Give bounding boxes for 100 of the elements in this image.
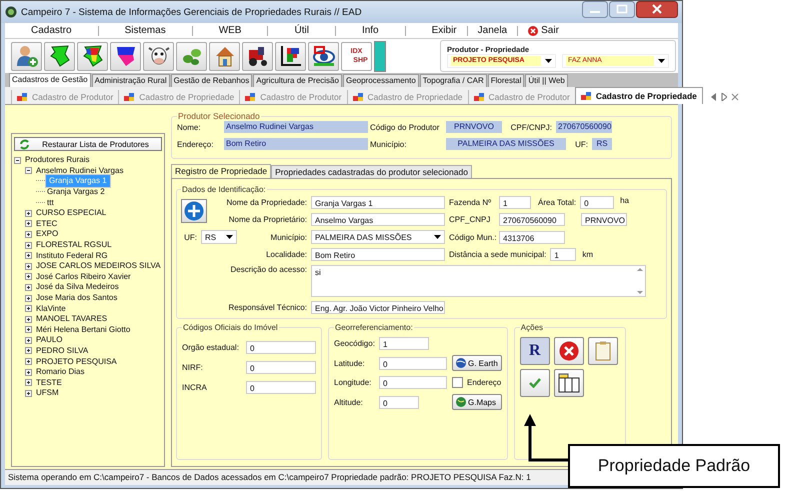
module-tab[interactable]: Útil || Web bbox=[525, 74, 568, 87]
tree-item[interactable]: PEDRO SILVA bbox=[34, 346, 90, 356]
cancel-button[interactable] bbox=[554, 337, 584, 365]
module-tab[interactable]: Gestão de Rebanhos bbox=[170, 74, 252, 87]
tree-item[interactable]: FLORESTAL RGSUL bbox=[34, 240, 114, 250]
tree-item[interactable]: CURSO ESPECIAL bbox=[34, 208, 108, 218]
table-button[interactable] bbox=[554, 369, 584, 397]
expander-icon[interactable] bbox=[25, 262, 34, 270]
report-button[interactable]: R bbox=[520, 337, 550, 365]
input-field[interactable]: 0 bbox=[246, 361, 316, 374]
tree-item[interactable]: José da Silva Medeiros bbox=[34, 282, 121, 292]
tree-item[interactable]: Instituto Federal RG bbox=[34, 250, 110, 261]
menu-item[interactable]: Útil bbox=[288, 25, 315, 36]
tree-item[interactable]: TESTE bbox=[34, 378, 64, 388]
tree-item[interactable]: José Carlos Ribeiro Xavier bbox=[34, 272, 133, 282]
input-field[interactable]: Anselmo Vargas bbox=[311, 213, 445, 226]
menu-item[interactable]: Info bbox=[356, 25, 385, 36]
map-icon[interactable] bbox=[110, 42, 141, 70]
google-earth-button[interactable]: G. Earth bbox=[452, 355, 502, 371]
form-tab[interactable]: Propriedades cadastradas do produtor selecionado bbox=[271, 165, 472, 178]
expander-icon[interactable] bbox=[25, 210, 34, 217]
tree-item[interactable]: MANOEL TAVARES bbox=[34, 314, 110, 324]
map-icon[interactable] bbox=[44, 42, 75, 70]
tree-item[interactable]: ttt bbox=[45, 198, 56, 208]
tractor-icon[interactable] bbox=[242, 42, 273, 70]
tree-item[interactable]: Produtores Rurais bbox=[23, 155, 92, 166]
input-field[interactable]: 0 bbox=[379, 376, 447, 389]
module-tab[interactable]: Florestal bbox=[488, 74, 524, 87]
expander-icon[interactable] bbox=[25, 368, 34, 376]
tree-item[interactable]: Romario Dias bbox=[34, 367, 86, 378]
input-field[interactable]: Bom Retiro bbox=[311, 248, 445, 261]
expander-icon[interactable] bbox=[14, 156, 23, 164]
expander-icon[interactable] bbox=[25, 230, 34, 238]
input-field[interactable]: 1 bbox=[550, 248, 576, 261]
add-user-icon[interactable] bbox=[11, 42, 42, 70]
house-icon[interactable] bbox=[209, 42, 240, 70]
tree-item[interactable]: ETEC bbox=[34, 218, 60, 229]
expander-icon[interactable] bbox=[25, 273, 34, 280]
tree-item[interactable]: EXPO bbox=[34, 229, 60, 240]
expander-icon[interactable] bbox=[25, 220, 34, 228]
expander-icon[interactable] bbox=[25, 347, 34, 354]
expander-icon[interactable] bbox=[25, 305, 34, 312]
expander-icon[interactable] bbox=[25, 252, 34, 260]
tree-item[interactable]: JOSE CARLOS MEDEIROS SILVA bbox=[34, 261, 163, 272]
document-tab[interactable]: Cadastro de Propriedade bbox=[574, 87, 703, 104]
menu-item[interactable]: Exibir bbox=[426, 25, 463, 36]
module-tab[interactable]: Administração Rural bbox=[92, 74, 170, 87]
expander-icon[interactable] bbox=[25, 336, 34, 344]
expander-icon[interactable] bbox=[25, 326, 34, 334]
input-field[interactable]: 0 bbox=[246, 381, 316, 394]
tree-item[interactable]: Anselmo Rudinei Vargas bbox=[34, 166, 126, 176]
state-dropdown[interactable]: RS bbox=[201, 230, 237, 244]
expander-icon[interactable] bbox=[25, 316, 34, 323]
text-area[interactable]: si bbox=[311, 265, 646, 297]
tree-item[interactable]: Jose Maria dos Santos bbox=[34, 293, 120, 304]
input-field[interactable]: 0 bbox=[379, 396, 419, 408]
menu-item[interactable]: WEB bbox=[212, 25, 248, 36]
municipality-dropdown[interactable]: PALMEIRA DAS MISSÕES bbox=[311, 230, 445, 244]
module-tab[interactable]: Topografia / CAR bbox=[420, 74, 487, 87]
input-field[interactable]: 1 bbox=[379, 337, 429, 350]
input-field[interactable]: 270670560090 bbox=[499, 213, 565, 226]
expander-icon[interactable] bbox=[25, 294, 34, 302]
expander-icon[interactable] bbox=[25, 284, 34, 291]
input-field[interactable]: 4313706 bbox=[499, 230, 565, 244]
tree-item[interactable]: Méri Helena Bertani Giotto bbox=[34, 324, 132, 335]
eye-icon[interactable] bbox=[308, 42, 339, 70]
restore-list-button[interactable]: Restaurar Lista de Produtores bbox=[14, 137, 162, 151]
form-tab[interactable]: Registro de Propriedade bbox=[171, 164, 272, 178]
menu-item[interactable]: Sistemas bbox=[118, 25, 172, 36]
module-tab[interactable]: Cadastros de Gestão bbox=[9, 73, 91, 87]
add-button[interactable] bbox=[181, 199, 207, 223]
tree-item[interactable]: PAULO bbox=[34, 335, 65, 346]
scroll-right-icon[interactable] bbox=[720, 93, 727, 101]
input-field[interactable]: Eng. Agr. João Victor Pinheiro Velho bbox=[311, 301, 445, 314]
expander-icon[interactable] bbox=[25, 390, 34, 397]
input-field[interactable]: 0 bbox=[379, 356, 447, 370]
menu-item[interactable]: Cadastro bbox=[25, 25, 78, 36]
color-swatch[interactable] bbox=[374, 40, 386, 72]
tree-item[interactable]: KlaVinte bbox=[34, 304, 68, 314]
tree-item[interactable]: PROJETO PESQUISA bbox=[34, 356, 119, 367]
menu-item[interactable]: Janela bbox=[472, 25, 514, 36]
maximize-icon[interactable] bbox=[609, 1, 635, 18]
expander-icon[interactable] bbox=[25, 358, 34, 366]
input-field[interactable]: 0 bbox=[580, 196, 614, 209]
minimize-icon[interactable] bbox=[582, 1, 608, 18]
tree-item[interactable]: Granja Vargas 2 bbox=[45, 187, 107, 198]
expander-icon[interactable] bbox=[25, 379, 34, 386]
tree-item[interactable]: UFSM bbox=[34, 388, 61, 398]
input-field[interactable]: Granja Vargas 1 bbox=[311, 196, 445, 209]
expander-icon[interactable] bbox=[25, 242, 34, 249]
leaves-icon[interactable] bbox=[176, 42, 207, 70]
module-tab[interactable]: Geoprocessamento bbox=[342, 74, 419, 87]
input-field[interactable]: 0 bbox=[246, 341, 316, 354]
scroll-left-icon[interactable] bbox=[710, 93, 717, 101]
google-maps-button[interactable]: G.Maps bbox=[452, 394, 502, 410]
map-icon[interactable] bbox=[77, 42, 108, 70]
input-field[interactable]: PRNVOVO bbox=[581, 213, 627, 226]
checkbox[interactable] bbox=[452, 377, 463, 388]
chart-icon[interactable] bbox=[275, 42, 306, 70]
clipboard-button[interactable] bbox=[588, 337, 618, 365]
